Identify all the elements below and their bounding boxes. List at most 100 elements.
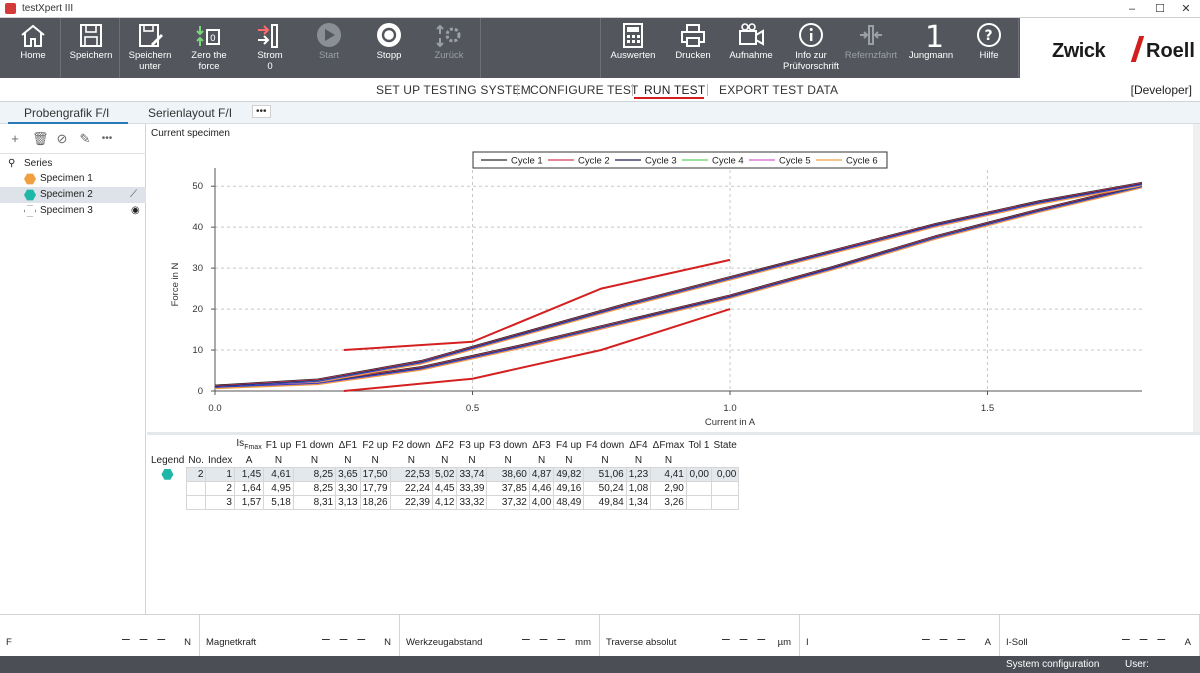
window-title: testXpert III	[22, 3, 74, 14]
tree-item-specimen-1[interactable]: Specimen 1	[0, 171, 146, 187]
close-icon[interactable]: ✕	[1172, 0, 1200, 18]
save-as-button[interactable]: Speichern unter	[121, 18, 179, 78]
table-cell: 5,18	[263, 495, 294, 510]
table-cell: 4,61	[263, 467, 294, 482]
toolbar-button-label: Hilfe	[979, 50, 999, 61]
block-icon[interactable]: ⊘	[55, 132, 69, 146]
vertical-scrollbar[interactable]	[1193, 124, 1200, 432]
table-cell: 4,12	[431, 495, 458, 510]
status-cell-5[interactable]: I – – – A	[800, 615, 1000, 657]
results-header-cell: IsFmax	[236, 438, 262, 451]
results-header-cell	[186, 437, 206, 454]
table-cell: 17,79	[359, 481, 391, 496]
workflow-tab-configure[interactable]: CONFIGURE TEST	[530, 83, 639, 97]
home-button[interactable]: Home	[4, 18, 62, 78]
toolbar-button-label: Aufnahme	[729, 50, 773, 61]
table-cell: 2	[205, 481, 235, 496]
add-icon[interactable]: +	[8, 132, 22, 146]
toolbar-button-label: Jungmann	[908, 50, 954, 61]
status-cell-3[interactable]: Werkzeugabstand – – – mm	[400, 615, 600, 657]
table-cell	[685, 495, 712, 510]
view-tabs: Probengrafik F/I Serienlayout F/I •••	[0, 102, 1200, 124]
table-row[interactable]: 2 1 1,45 4,61 8,25 3,65 17,50 22,53 5,02 33,74 38,…	[149, 467, 740, 482]
results-unit-cell: N	[407, 455, 415, 466]
maximize-icon[interactable]: ☐	[1146, 0, 1174, 18]
chart-icon: ⟋	[130, 189, 137, 200]
specimen-label: Specimen 3	[40, 205, 93, 216]
results-header-cell: F4 up	[556, 440, 582, 451]
active-tab-indicator	[634, 97, 704, 99]
toolbar-separator	[480, 18, 481, 78]
force-current-chart[interactable]: 0 10 20 30 40 50 0.0 0.5 1.0 1.5 Current in A Force…	[147, 124, 1193, 432]
results-header-cell: F3 down	[488, 440, 528, 451]
zero-force-button[interactable]: 0 Zero the force	[180, 18, 238, 78]
toolbar-button-label: Speichern	[69, 50, 113, 61]
workflow-separator	[707, 84, 708, 96]
home-icon	[21, 24, 45, 47]
toolbar-button-label: Zurück	[434, 50, 464, 61]
table-cell: 22,24	[389, 481, 433, 496]
tab-serienlayout[interactable]: Serienlayout F/I	[148, 106, 232, 120]
results-header-cell	[206, 437, 234, 454]
printer-button[interactable]: Drucken	[664, 18, 722, 78]
results-header-cell: ΔF3	[532, 440, 551, 451]
tolerance-upper-line	[343, 258, 731, 351]
workflow-tab-export[interactable]: EXPORT TEST DATA	[719, 83, 838, 97]
table-cell: 22,39	[389, 495, 433, 510]
x-tick-label: 0.0	[208, 403, 221, 414]
y-tick-label: 20	[192, 304, 203, 315]
system-configuration-label[interactable]: System configuration	[1006, 659, 1099, 670]
info-button[interactable]: Info zur Prüfvorschrift	[782, 18, 840, 78]
results-unit-cell: N	[371, 455, 379, 466]
tree-item-specimen-2[interactable]: Specimen 2 ⟋	[0, 187, 146, 203]
results-unit-cell: N	[664, 455, 673, 466]
toolbar-separator	[60, 18, 61, 78]
workflow-tab-setup[interactable]: SET UP TESTING SYSTEM	[376, 83, 531, 97]
status-label: F	[6, 637, 12, 648]
stop-button[interactable]: Stopp	[360, 18, 418, 78]
user-number-button[interactable]: 1 Jungmann	[902, 18, 960, 78]
status-cell-4[interactable]: Traverse absolut – – – µm	[600, 615, 800, 657]
results-units-row: Legend No. Index A N N N N N N N N N N N N N	[149, 454, 739, 468]
toolbar-button-label: Start	[318, 50, 340, 61]
return-button[interactable]: Zurück	[420, 18, 478, 78]
table-cell: 48,49	[553, 495, 585, 510]
series-root[interactable]: ⚲ Series	[0, 156, 146, 172]
more-icon[interactable]: •••	[100, 132, 114, 146]
workflow-bar: SET UP TESTING SYSTEM CONFIGURE TEST RUN…	[0, 78, 1200, 102]
status-cell-2[interactable]: Magnetkraft – – – N	[200, 615, 400, 657]
table-cell: 33,74	[456, 467, 488, 482]
cycle-2-down-line	[214, 184, 1143, 387]
play-button[interactable]: Start	[300, 18, 358, 78]
table-row[interactable]: 2 1,64 4,95 8,25 3,30 17,79 22,24 4,45 33,39 37,8…	[149, 481, 740, 496]
tab-probengrafik[interactable]: Probengrafik F/I	[24, 106, 109, 120]
status-cell-1[interactable]: F – – – N	[0, 615, 200, 657]
current-button[interactable]: Strom 0	[241, 18, 299, 78]
camera-icon	[739, 23, 764, 46]
save-button[interactable]: Speichern	[62, 18, 120, 78]
camera-button[interactable]: Aufnahme	[722, 18, 780, 78]
edit-icon[interactable]: ✎	[78, 132, 92, 146]
calculator-button[interactable]: Auswerten	[604, 18, 662, 78]
delete-icon[interactable]: 🗑	[32, 132, 49, 146]
table-row[interactable]: 3 1,57 5,18 8,31 3,13 18,26 22,39 4,12 33,32 37,3…	[149, 495, 740, 510]
minimize-icon[interactable]: –	[1118, 0, 1146, 18]
table-cell: 37,32	[486, 495, 530, 510]
status-value: – – –	[522, 630, 569, 646]
reference-run-button[interactable]: Refernzfahrt	[842, 18, 900, 78]
tree-item-specimen-3[interactable]: Specimen 3 ◉	[0, 203, 146, 219]
table-cell: 8,25	[292, 467, 337, 482]
toolbar-button-label: Refernzfahrt	[844, 50, 898, 61]
more-tabs-button[interactable]: •••	[252, 105, 271, 118]
results-header-cell: F2 up	[362, 440, 388, 451]
status-label: Traverse absolut	[606, 637, 677, 648]
footer-bar: System configuration User:	[0, 656, 1200, 673]
results-unit-cell	[711, 454, 738, 468]
logo-text-left: Zwick	[1052, 40, 1106, 62]
workflow-tab-run[interactable]: RUN TEST	[644, 83, 705, 97]
status-cell-6[interactable]: I-Soll – – – A	[1000, 615, 1200, 657]
help-button[interactable]: ? Hilfe	[960, 18, 1018, 78]
cycle-4-down-line	[214, 185, 1143, 388]
status-row: F – – – N Magnetkraft – – – N Werkzeugabstand –…	[0, 614, 1200, 657]
results-unit-cell: Legend	[151, 455, 185, 467]
